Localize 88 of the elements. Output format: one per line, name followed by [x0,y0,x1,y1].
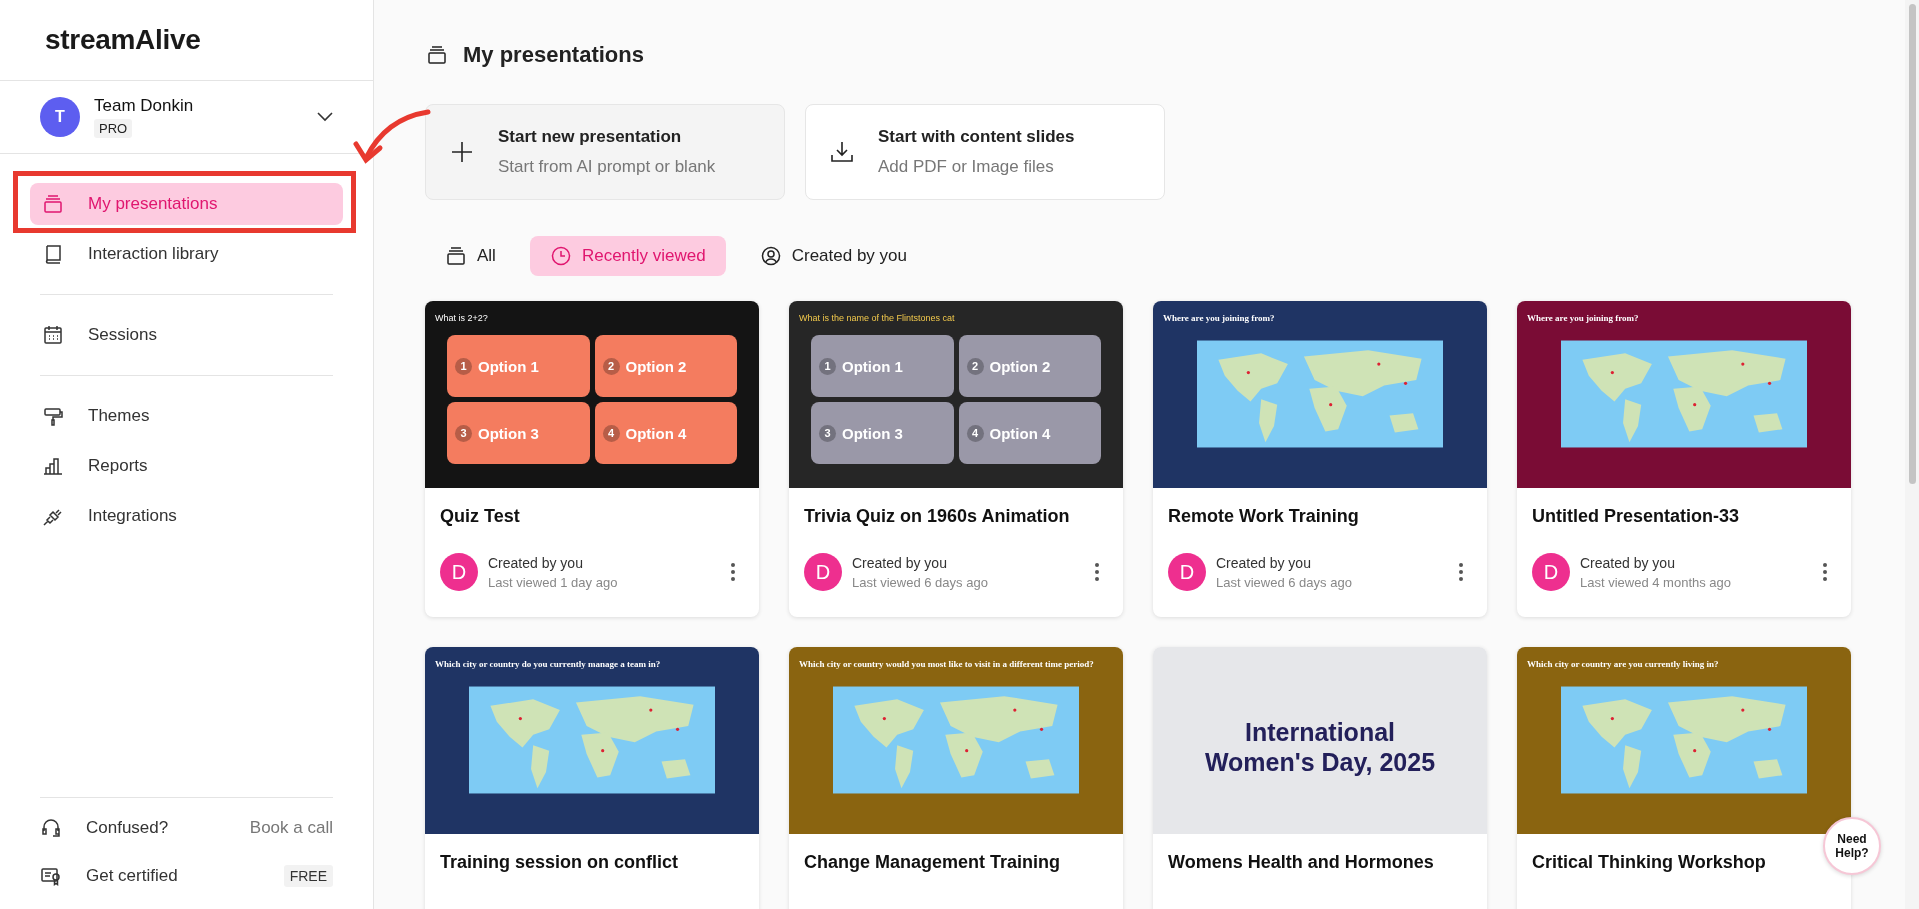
nav-item[interactable]: Sessions [30,314,343,356]
last-viewed-text: Last viewed 4 months ago [1580,574,1733,590]
presentation-card[interactable]: What is the name of the Flintstones cat 1 Option 1 2 Option 2 3 Option 3 4 Option 4 Trivia Quiz on 1960s Animation D Created by you Last viewed 6 days ago [789,301,1123,617]
nav-item[interactable]: Reports [30,445,343,487]
user-icon [759,245,782,267]
more-options-icon[interactable] [1822,562,1828,582]
stack-icon [425,44,449,66]
presentation-title: Remote Work Training [1168,506,1360,527]
slide-question: Which city or country are you currently living in? [1526,658,1720,669]
more-options-icon[interactable] [1458,562,1464,582]
team-name: Team Donkin [94,96,194,116]
footer-label: Confused? [86,818,170,838]
option-label: Option 1 [478,357,539,375]
chart-icon [42,455,64,477]
creator-text: Created by you [1580,554,1676,571]
page-title: My presentations [463,42,644,68]
presentation-title: Training session on conflict [440,852,680,873]
presentation-title: Quiz Test [440,506,521,527]
last-viewed-text: Last viewed 6 days ago [852,574,989,590]
option-number: 2 [602,357,620,375]
download-icon [830,140,854,164]
more-options-icon[interactable] [1094,562,1100,582]
slide-question: Which city or country do you currently manage a team in? [434,658,662,669]
option-number: 2 [966,357,984,375]
last-viewed-text: Last viewed 1 day ago [488,574,619,590]
presentation-title: Trivia Quiz on 1960s Animation [804,506,1071,527]
free-badge: FREE [283,865,333,887]
stack-icon [445,245,467,267]
presentation-card[interactable]: What is 2+2? 1 Option 1 2 Option 2 3 Option 3 4 Option 4 Quiz Test D Created by you Last viewed 1 day ago [425,301,759,617]
clock-icon [549,245,572,267]
option-number: 4 [966,424,984,442]
presentation-card[interactable]: International Women's Day, 2025 Womens Health and Hormones [1153,647,1487,909]
slide-question: What is 2+2? [434,312,489,323]
more-options-icon[interactable] [730,562,736,582]
headset-icon [40,817,62,839]
calendar-icon [42,324,64,346]
stack-icon [42,193,64,215]
slide-question: Which city or country would you most like to visit in a different time period? [798,658,1095,669]
logo: streamAlive [45,24,201,56]
creator-text: Created by you [1216,554,1312,571]
option-number: 3 [819,424,836,442]
user-avatar: D [1168,553,1206,591]
creator-text: Created by you [852,554,948,571]
option-label: Option 4 [625,424,687,442]
nav-item[interactable]: Interaction library [30,233,343,275]
presentation-title: Womens Health and Hormones [1168,852,1435,873]
option-number: 4 [602,424,620,442]
plan-badge: PRO [94,119,133,138]
option-label: Option 3 [842,424,903,442]
creator-text: Created by you [488,554,584,571]
scrollbar[interactable] [1905,0,1919,909]
plus-icon [450,140,474,164]
option-label: Option 2 [989,357,1051,375]
slide-question: Where are you joining from? [1162,312,1276,323]
presentation-card[interactable]: Where are you joining from? Remote Work Training D Created by you Last viewed 6 days ago [1153,301,1487,617]
footer-label: Get certified [86,866,179,886]
option-number: 1 [455,357,472,375]
last-viewed-text: Last viewed 6 days ago [1216,574,1353,590]
option-label: Option 1 [842,357,903,375]
option-label: Option 2 [625,357,687,375]
user-avatar: D [1532,553,1570,591]
chevron-down-icon [317,112,333,122]
start-card-button[interactable]: Start with content slides Add PDF or Image files [805,104,1165,200]
filter-tab[interactable]: Created by you [739,236,927,276]
slide-question: What is the name of the Flintstones cat [798,312,956,323]
slide-question: Where are you joining from? [1526,312,1640,323]
user-avatar: D [804,553,842,591]
roller-icon [42,405,64,427]
user-avatar: D [440,553,478,591]
option-number: 3 [455,424,472,442]
book-call-link[interactable]: Book a call [249,818,333,838]
option-label: Option 4 [989,424,1051,442]
nav-item[interactable]: Integrations [30,495,343,537]
certificate-icon [40,865,62,887]
presentation-card[interactable]: Where are you joining from? Untitled Presentation-33 D Created by you Last viewed 4 months ago [1517,301,1851,617]
option-number: 1 [819,357,836,375]
nav-item[interactable]: Themes [30,395,343,437]
presentation-card[interactable]: Which city or country do you currently manage a team in? Training session on conflict [425,647,759,909]
team-switcher[interactable]: T Team Donkin PRO [0,81,373,154]
slide-heading: International Women's Day, 2025 [1203,717,1437,777]
presentation-card[interactable]: Which city or country would you most like to visit in a different time period? Change Management Training [789,647,1123,909]
option-label: Option 3 [478,424,539,442]
presentation-title: Critical Thinking Workshop [1532,852,1767,873]
filter-tab[interactable]: All [425,236,516,276]
team-avatar: T [40,97,80,137]
presentation-title: Change Management Training [804,852,1062,873]
presentation-title: Untitled Presentation-33 [1532,506,1741,527]
start-card-button[interactable]: Start new presentation Start from AI prompt or blank [425,104,785,200]
